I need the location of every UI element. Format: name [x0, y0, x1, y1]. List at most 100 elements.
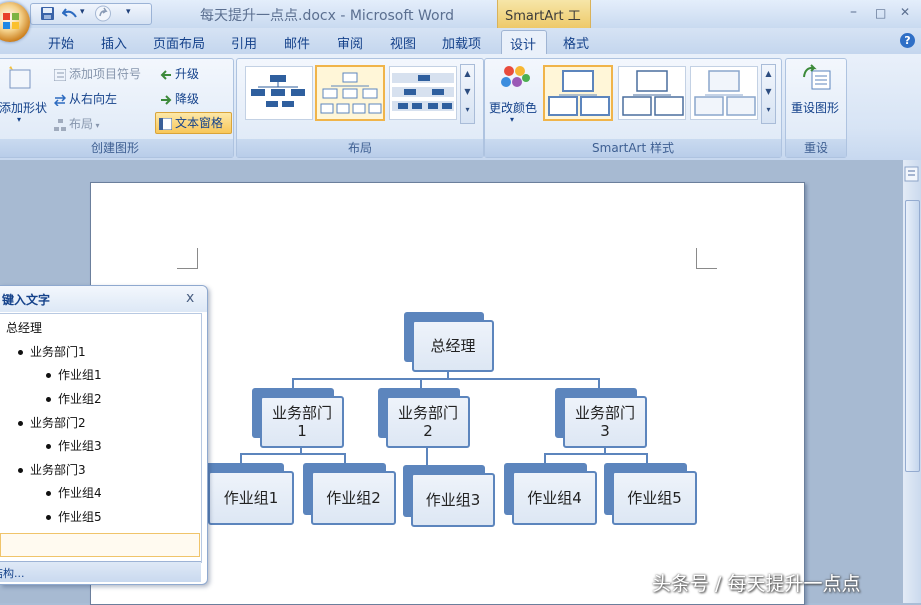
- outline-item-level0[interactable]: 总经理: [6, 319, 42, 336]
- bullet-list-icon: [54, 68, 66, 81]
- bullet-icon: [46, 444, 51, 449]
- scrollbar-thumb[interactable]: [905, 200, 920, 472]
- margin-corner-top-right: [696, 248, 717, 269]
- layouts-gallery-scroll[interactable]: ▲ ▼ ▾: [460, 64, 475, 124]
- outline-item-level1[interactable]: 业务部门1: [18, 343, 86, 360]
- bullet-icon: [46, 491, 51, 496]
- tab-insert[interactable]: 插入: [101, 33, 127, 52]
- text-pane-icon: [159, 117, 172, 130]
- outline-item-text: 业务部门2: [30, 416, 86, 430]
- tab-view[interactable]: 视图: [390, 33, 416, 52]
- right-to-left-label: 从右向左: [69, 92, 118, 106]
- outline-item-text: 作业组4: [58, 486, 102, 500]
- add-shape-dropdown-icon[interactable]: ▾: [17, 115, 21, 124]
- create-graphic-group-label: 创建图形: [0, 139, 233, 157]
- undo-icon[interactable]: [62, 6, 78, 21]
- text-pane-outline[interactable]: 总经理 业务部门1 作业组1 作业组2 业务部门2 作业组3 业务部门3 作业组…: [0, 313, 202, 563]
- customize-qat-icon[interactable]: ▾: [126, 3, 131, 21]
- text-pane-title: 键入文字: [2, 293, 51, 307]
- change-colors-button[interactable]: 更改颜色: [489, 99, 537, 116]
- minimize-button[interactable]: –: [850, 4, 857, 20]
- tab-page-layout[interactable]: 页面布局: [153, 33, 205, 52]
- node-text: 业务部门 1: [271, 404, 332, 440]
- structure-link[interactable]: 结构...: [0, 565, 25, 581]
- outline-item-level2[interactable]: 作业组2: [46, 390, 102, 407]
- left-arrow-icon: [160, 69, 171, 80]
- outline-item-level1[interactable]: 业务部门3: [18, 461, 86, 478]
- window-title: 每天提升一点点.docx - Microsoft Word: [200, 8, 454, 24]
- watermark-text: 头条号 / 每天提升一点点: [652, 573, 861, 595]
- tab-review[interactable]: 审阅: [337, 33, 363, 52]
- node-text: 作业组3: [425, 491, 481, 509]
- outline-item-level2[interactable]: 作业组4: [46, 484, 102, 501]
- outline-item-level2[interactable]: 作业组1: [46, 366, 102, 383]
- smartart-node-group-5[interactable]: 作业组5: [604, 463, 697, 525]
- text-pane-footer[interactable]: 结构...: [0, 561, 201, 582]
- style-option-selected[interactable]: [543, 65, 613, 121]
- layout-hierarchy-option-selected[interactable]: [315, 65, 385, 121]
- outline-item-text: 作业组2: [58, 392, 102, 406]
- outline-item-level2[interactable]: 作业组5: [46, 508, 102, 525]
- office-logo-icon: [3, 13, 19, 29]
- smartart-node-department-3[interactable]: 业务部门 3: [555, 388, 647, 448]
- tab-home[interactable]: 开始: [48, 33, 74, 52]
- connector-line: [544, 453, 648, 455]
- margin-corner-top-left: [177, 248, 198, 269]
- outline-item-text: 业务部门3: [30, 463, 86, 477]
- right-to-left-button[interactable]: 从右向左: [54, 90, 117, 107]
- layout-org-chart-option[interactable]: [245, 66, 313, 120]
- style-option-3[interactable]: [690, 66, 758, 120]
- add-bullet-label: 添加项目符号: [69, 67, 142, 81]
- node-text: 业务部门 3: [574, 404, 635, 440]
- layout-labeled-hierarchy-option[interactable]: [389, 66, 457, 120]
- outline-item-level1[interactable]: 业务部门2: [18, 414, 86, 431]
- outline-item-level2[interactable]: 作业组3: [46, 437, 102, 454]
- connector-line: [426, 447, 428, 465]
- smartart-node-department-2[interactable]: 业务部门 2: [378, 388, 470, 448]
- styles-group-label: SmartArt 样式: [485, 139, 781, 157]
- add-bullet-button[interactable]: 添加项目符号: [54, 65, 141, 82]
- reset-group-label: 重设: [786, 139, 846, 157]
- smartart-node-group-1[interactable]: 作业组1: [200, 463, 294, 525]
- tab-mailings[interactable]: 邮件: [284, 33, 310, 52]
- style-option-2[interactable]: [618, 66, 686, 120]
- smartart-node-group-3[interactable]: 作业组3: [403, 465, 495, 527]
- tab-references[interactable]: 引用: [231, 33, 257, 52]
- connector-line: [240, 453, 346, 455]
- add-shape-icon: [9, 66, 31, 89]
- add-shape-button[interactable]: 添加形状: [0, 99, 47, 116]
- right-arrow-icon: [161, 94, 172, 105]
- help-icon[interactable]: ?: [900, 33, 915, 48]
- maximize-button[interactable]: □: [875, 6, 886, 20]
- swap-arrows-icon: [54, 93, 66, 106]
- smartart-tools-context-tab: SmartArt 工具: [497, 0, 591, 43]
- smartart-node-root[interactable]: 总经理: [404, 312, 494, 372]
- undo-dropdown-icon[interactable]: ▾: [80, 3, 85, 21]
- tab-design[interactable]: 设计: [501, 30, 547, 56]
- ruler-toggle-icon[interactable]: [904, 166, 919, 182]
- hierarchy-thumbnail-icon: [320, 72, 382, 114]
- styles-gallery-scroll[interactable]: ▲ ▼ ▾: [761, 64, 776, 124]
- promote-button[interactable]: 升级: [160, 65, 199, 82]
- smartart-node-group-4[interactable]: 作业组4: [504, 463, 597, 525]
- outline-item-text: 总经理: [6, 321, 43, 335]
- change-colors-dropdown-icon[interactable]: ▾: [510, 115, 514, 124]
- style-thumbnail-icon: [548, 70, 610, 116]
- connector-line: [598, 378, 600, 388]
- reset-graphic-button[interactable]: 重设图形: [791, 99, 839, 116]
- demote-button[interactable]: 降级: [160, 90, 199, 107]
- node-text: 作业组4: [527, 489, 582, 507]
- smartart-node-department-1[interactable]: 业务部门 1: [252, 388, 344, 448]
- smartart-node-group-2[interactable]: 作业组2: [303, 463, 396, 525]
- layout-button[interactable]: 布局 ▾: [54, 115, 100, 132]
- text-pane-button[interactable]: 文本窗格: [155, 112, 232, 134]
- redo-icon[interactable]: [94, 5, 112, 22]
- tab-addins[interactable]: 加载项: [442, 33, 481, 52]
- tab-format[interactable]: 格式: [563, 33, 589, 52]
- node-text: 作业组5: [627, 489, 682, 507]
- bullet-icon: [18, 421, 23, 426]
- save-icon[interactable]: [40, 6, 55, 21]
- text-pane-close-button[interactable]: x: [186, 290, 194, 306]
- reset-graphic-icon: [803, 64, 831, 90]
- close-button[interactable]: ✕: [900, 5, 910, 19]
